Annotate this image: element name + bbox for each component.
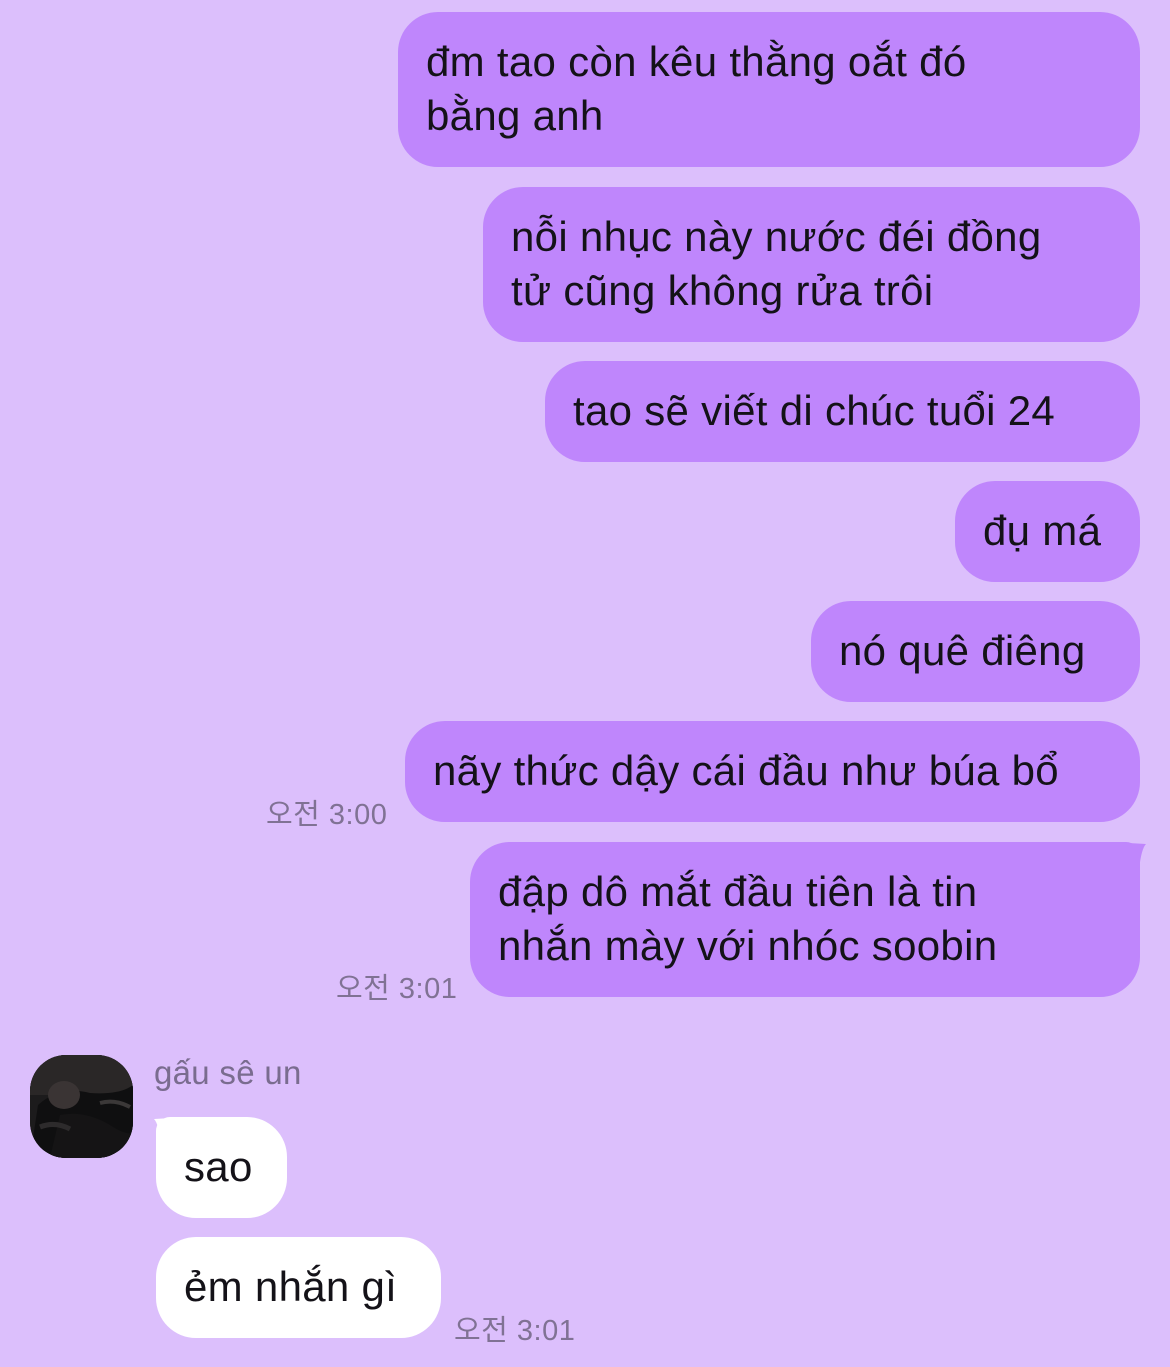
- message-timestamp: 오전 3:01: [336, 973, 458, 1005]
- outgoing-message[interactable]: nó quê điêng: [811, 601, 1140, 702]
- outgoing-message[interactable]: đụ má: [955, 481, 1140, 582]
- chat-thread[interactable]: đm tao còn kêu thằng oắt đó bằng anh nỗi…: [0, 0, 1170, 1367]
- contact-avatar[interactable]: [30, 1055, 133, 1158]
- outgoing-message[interactable]: nỗi nhục này nước đéi đồng tử cũng không…: [483, 187, 1140, 342]
- incoming-message[interactable]: sao: [156, 1117, 287, 1218]
- incoming-message[interactable]: ẻm nhắn gì: [156, 1237, 441, 1338]
- profile-photo-icon: [30, 1055, 133, 1158]
- outgoing-message[interactable]: đập dô mắt đầu tiên là tin nhắn mày với …: [470, 842, 1140, 997]
- outgoing-message[interactable]: đm tao còn kêu thằng oắt đó bằng anh: [398, 12, 1140, 167]
- message-timestamp: 오전 3:01: [454, 1315, 576, 1347]
- message-timestamp: 오전 3:00: [266, 799, 388, 831]
- sender-name: gấu sê un: [154, 1054, 302, 1091]
- outgoing-message[interactable]: tao sẽ viết di chúc tuổi 24: [545, 361, 1140, 462]
- outgoing-message[interactable]: nãy thức dậy cái đầu như búa bổ: [405, 721, 1140, 822]
